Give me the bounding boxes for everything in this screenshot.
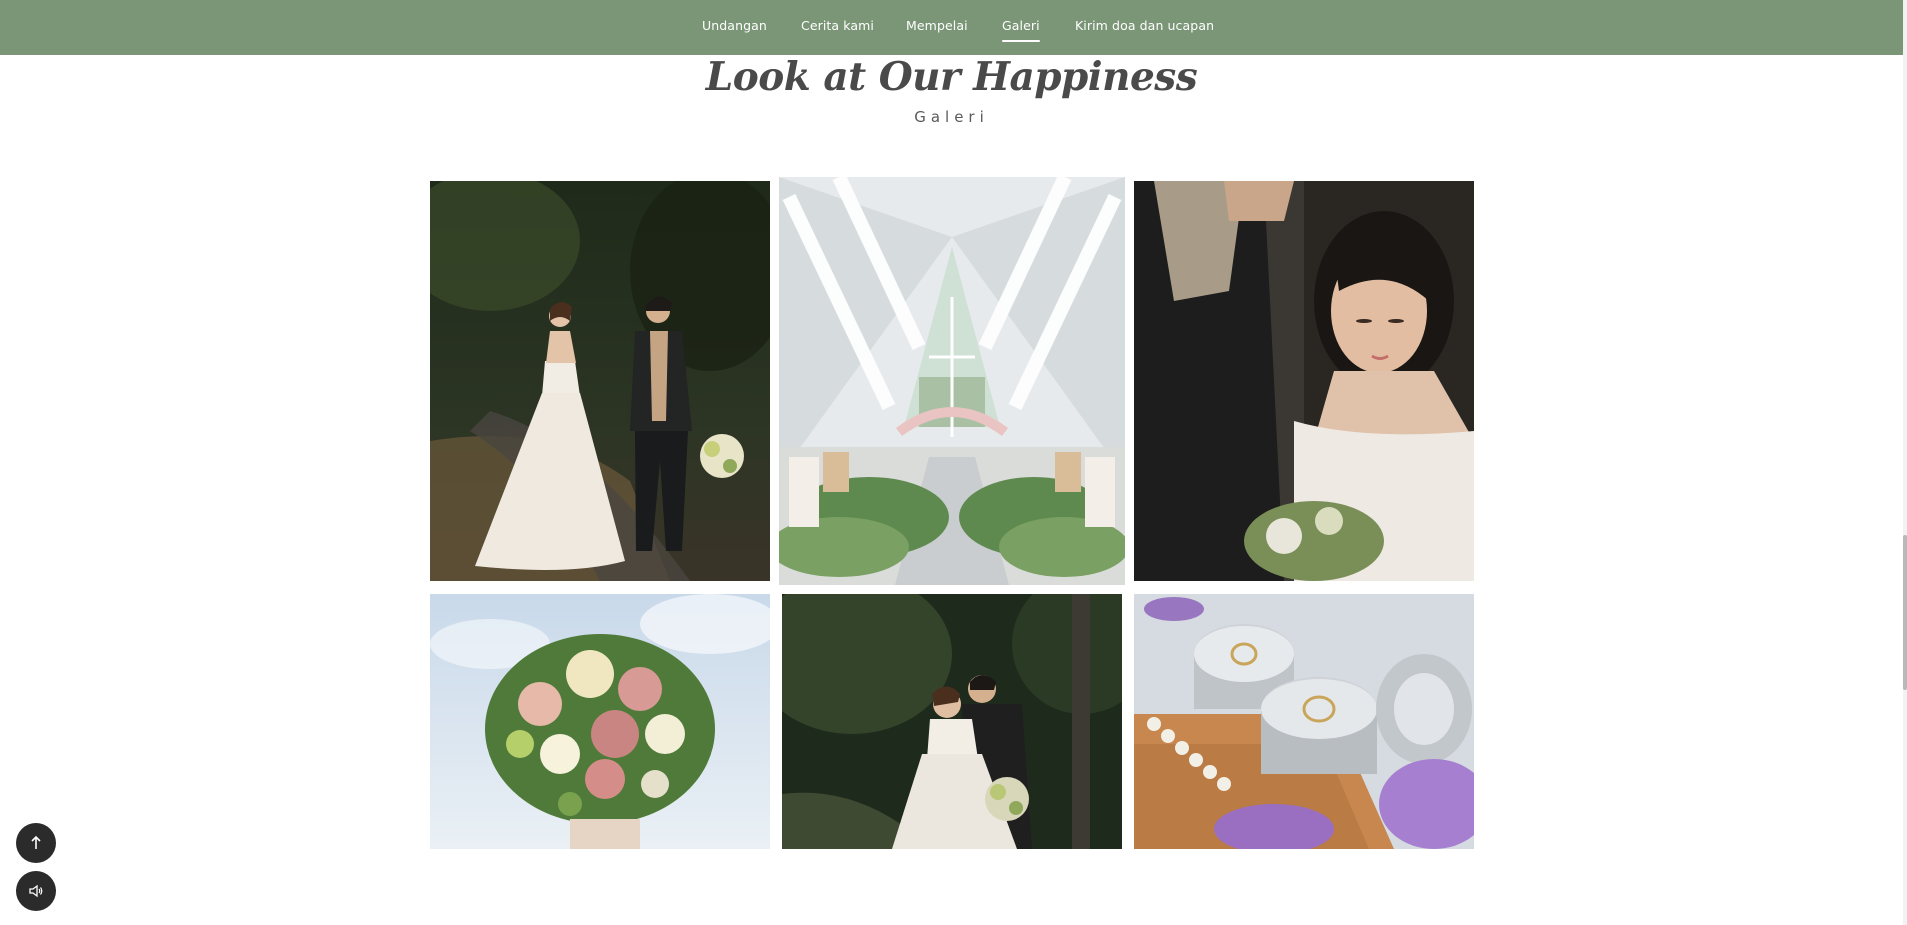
scroll-to-top-button[interactable] <box>16 823 56 863</box>
gallery-photo-bouquet[interactable] <box>430 594 770 849</box>
gallery-photo-rings[interactable] <box>1134 594 1474 849</box>
nav-item-galeri[interactable]: Galeri <box>1002 18 1040 42</box>
scrollbar-thumb[interactable] <box>1903 535 1907 690</box>
gallery-photo-couple-kissing[interactable] <box>782 594 1122 849</box>
nav-item-mempelai[interactable]: Mempelai <box>906 18 968 33</box>
nav-item-undangan[interactable]: Undangan <box>702 18 767 33</box>
nav-menu: Undangan Cerita kami Mempelai Galeri Kir… <box>0 0 1903 55</box>
nav-item-kirim-doa[interactable]: Kirim doa dan ucapan <box>1075 18 1214 33</box>
nav-item-cerita-kami[interactable]: Cerita kami <box>801 18 874 33</box>
music-toggle-button[interactable] <box>16 871 56 911</box>
top-navigation: Undangan Cerita kami Mempelai Galeri Kir… <box>0 0 1903 55</box>
section-subtitle: Galeri <box>914 108 989 126</box>
arrow-up-icon <box>31 835 41 849</box>
section-title: Look at Our Happiness <box>705 54 1198 100</box>
gallery-photo-couple-closeup[interactable] <box>1134 181 1474 581</box>
gallery-photo-couple-walking[interactable] <box>430 181 770 581</box>
gallery-photo-chapel[interactable] <box>779 177 1125 585</box>
scrollbar-track[interactable] <box>1903 0 1907 925</box>
speaker-icon <box>29 884 43 898</box>
